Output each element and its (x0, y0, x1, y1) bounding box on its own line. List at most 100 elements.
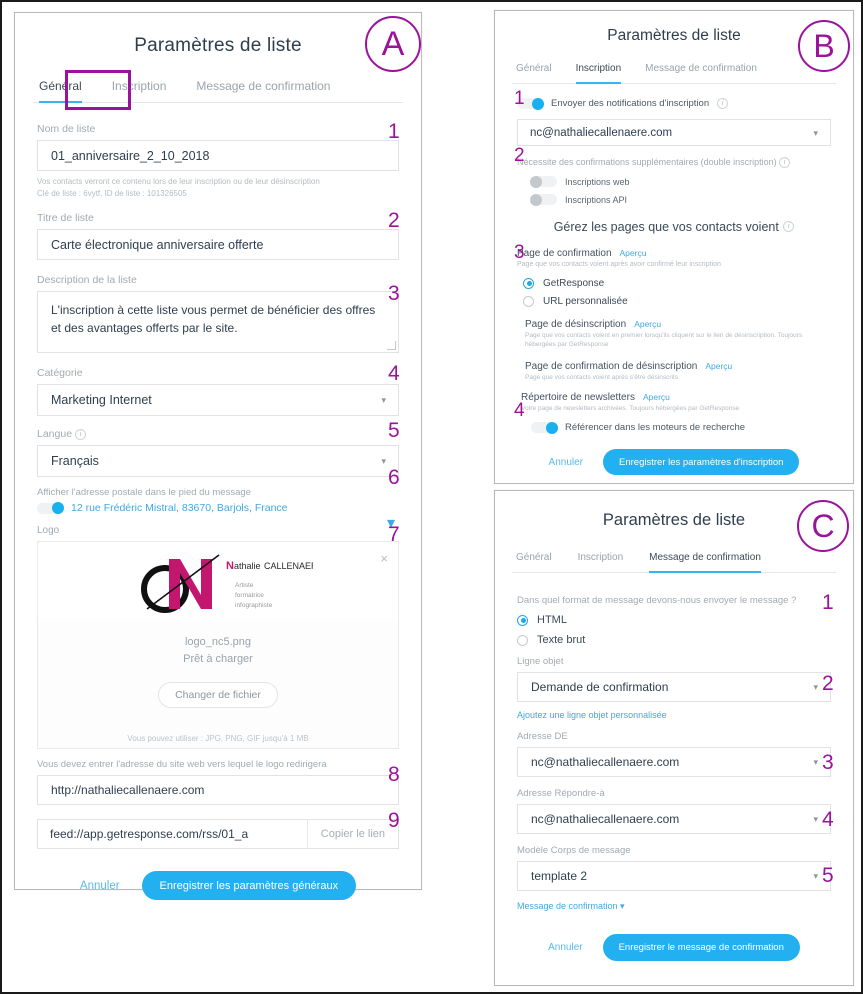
confirmation-message-link[interactable]: Message de confirmation ▾ (517, 901, 831, 912)
notification-email-value: nc@nathaliecallenaere.com (530, 126, 673, 139)
anno-num-b-1: 1 (514, 88, 525, 109)
logo-url-input[interactable]: http://nathaliecallenaere.com (37, 775, 399, 806)
cancel-button-c[interactable]: Annuler (548, 942, 582, 953)
save-inscription-settings-button[interactable]: Enregistrer les paramètres d'inscription (603, 449, 800, 476)
radio-html[interactable] (517, 614, 528, 626)
panel-general-settings: Paramètres de liste Général Inscription … (14, 12, 422, 901)
inscriptions-web-toggle[interactable] (530, 175, 557, 188)
from-address-select[interactable]: nc@nathaliecallenaere.com ▾ (517, 747, 831, 777)
section-3-title: Page de confirmation de désinscription (525, 361, 698, 373)
tab-general-a[interactable]: Général (39, 73, 82, 103)
anno-num-a-6: 6 (388, 466, 400, 489)
annotation-letter-b: B (798, 20, 850, 72)
reply-to-value: nc@nathaliecallenaere.com (531, 812, 680, 826)
cancel-button-a[interactable]: Annuler (80, 880, 120, 892)
svg-text:Artiste: Artiste (235, 582, 254, 589)
description-label: Description de la liste (37, 274, 137, 287)
radio-custom-url[interactable] (523, 295, 534, 307)
section-4-preview-link[interactable]: Aperçu (643, 392, 670, 402)
postal-toggle[interactable] (37, 502, 64, 515)
section-page-confirmation: Page de confirmation Aperçu Page que vos… (517, 248, 831, 307)
anno-num-c-2: 2 (822, 672, 834, 695)
anno-num-a-4: 4 (388, 362, 400, 385)
cancel-button-b[interactable]: Annuler (549, 457, 583, 468)
footer-c: Annuler Enregistrer le message de confir… (495, 934, 853, 961)
feed-url-value[interactable]: feed://app.getresponse.com/rss/01_a (38, 820, 307, 848)
change-file-button[interactable]: Changer de fichier (158, 682, 278, 709)
save-confirmation-message-button[interactable]: Enregistrer le message de confirmation (602, 934, 800, 961)
inscriptions-api-label: Inscriptions API (565, 194, 628, 205)
field-reply-to: Adresse Répondre-à nc@nathaliecallenaere… (517, 788, 831, 834)
section-2-preview-link[interactable]: Aperçu (634, 319, 661, 329)
anno-num-a-9: 9 (388, 809, 400, 832)
postal-address-value[interactable]: 12 rue Frédéric Mistral, 83670, Barjols,… (71, 502, 288, 514)
optin-web-row: Inscriptions web (530, 175, 831, 188)
radio-plain-text[interactable] (517, 634, 528, 646)
language-value: Français (51, 454, 99, 469)
tab-general-b[interactable]: Général (516, 57, 552, 83)
pages-heading: Gérez les pages que vos contacts voient (553, 220, 779, 235)
info-icon-notifications[interactable]: i (717, 98, 729, 109)
tab-message-confirmation-c[interactable]: Message de confirmation (649, 546, 761, 573)
category-select[interactable]: Marketing Internet ▾ (37, 384, 399, 417)
logo-upload-box: × N athalie CALLENAERE Artiste formatric… (37, 541, 399, 750)
info-icon-pages[interactable]: i (783, 221, 795, 233)
list-name-label: Nom de liste (37, 123, 96, 135)
footer-a: Annuler Enregistrer les paramètres génér… (15, 871, 421, 901)
option-custom-url[interactable]: URL personnalisée (523, 295, 831, 307)
option-plain-text-label: Texte brut (537, 634, 586, 646)
tab-message-confirmation-b[interactable]: Message de confirmation (645, 57, 757, 83)
add-custom-subject-link[interactable]: Ajoutez une ligne objet personnalisée (517, 710, 831, 720)
field-language: Langue i Français ▾ (37, 428, 399, 478)
anno-num-b-2: 2 (514, 145, 525, 166)
field-subject: Ligne objet Demande de confirmation ▾ Aj… (517, 656, 831, 720)
tab-inscription-b[interactable]: Inscription (575, 57, 621, 84)
info-icon-language[interactable]: i (74, 428, 86, 440)
list-name-helper-1: Vos contacts verront ce contenu lors de … (37, 177, 320, 186)
tab-message-confirmation-a[interactable]: Message de confirmation (196, 73, 330, 102)
language-select[interactable]: Français ▾ (37, 445, 399, 478)
info-icon-double-optin[interactable]: i (779, 157, 791, 169)
logo-url-label: Vous devez entrer l'adresse du site web … (37, 759, 327, 771)
tab-inscription-a[interactable]: Inscription (112, 73, 167, 102)
tab-general-c[interactable]: Général (516, 546, 552, 572)
list-title-input[interactable]: Carte électronique anniversaire offerte (37, 229, 399, 261)
subject-select[interactable]: Demande de confirmation ▾ (517, 672, 831, 702)
field-notifications: Envoyer des notifications d'inscription … (517, 97, 831, 146)
option-getresponse[interactable]: GetResponse (523, 277, 831, 289)
tabbar-c: Général Inscription Message de confirmat… (512, 546, 836, 573)
option-plain-text[interactable]: Texte brut (517, 634, 831, 646)
section-3-preview-link[interactable]: Aperçu (705, 361, 732, 371)
from-address-label: Adresse DE (517, 731, 568, 742)
notification-email-select[interactable]: nc@nathaliecallenaere.com ▾ (517, 119, 831, 146)
seo-toggle[interactable] (531, 421, 558, 434)
inscriptions-api-toggle[interactable] (530, 193, 557, 206)
copy-link-button[interactable]: Copier le lien (306, 820, 398, 849)
option-getresponse-label: GetResponse (543, 277, 605, 289)
option-html[interactable]: HTML (517, 614, 831, 626)
postal-label: Afficher l'adresse postale dans le pied … (37, 487, 251, 499)
field-feed: feed://app.getresponse.com/rss/01_a Copi… (37, 819, 399, 850)
close-icon[interactable]: × (380, 552, 388, 565)
section-4-title: Répertoire de newsletters (521, 392, 635, 404)
page-title-a: Paramètres de liste (134, 35, 302, 56)
field-message-format: Dans quel format de message devons-nous … (517, 595, 831, 646)
template-select[interactable]: template 2 ▾ (517, 861, 831, 891)
description-textarea[interactable]: L'inscription à cette liste vous permet … (37, 291, 399, 354)
field-logo-url: Vous devez entrer l'adresse du site web … (37, 759, 399, 806)
anno-num-c-4: 4 (822, 808, 834, 831)
section-4-head: Répertoire de newsletters Aperçu (521, 392, 831, 403)
double-optin-label: Nécessite des confirmations supplémentai… (517, 157, 831, 169)
tab-inscription-c[interactable]: Inscription (578, 546, 624, 572)
section-1-preview-link[interactable]: Aperçu (620, 248, 647, 258)
save-general-settings-button[interactable]: Enregistrer les paramètres généraux (141, 871, 357, 901)
section-repertoire-newsletters: Répertoire de newsletters Aperçu Votre p… (521, 392, 831, 413)
list-name-input[interactable]: 01_anniversaire_2_10_2018 (37, 140, 399, 171)
option-html-label: HTML (537, 614, 567, 626)
pages-heading-wrap: Gérez les pages que vos contacts voient … (495, 218, 853, 236)
field-from-address: Adresse DE nc@nathaliecallenaere.com ▾ (517, 731, 831, 777)
radio-getresponse[interactable] (523, 277, 534, 289)
template-value: template 2 (531, 869, 588, 883)
reply-to-select[interactable]: nc@nathaliecallenaere.com ▾ (517, 804, 831, 834)
option-custom-url-label: URL personnalisée (543, 295, 628, 307)
